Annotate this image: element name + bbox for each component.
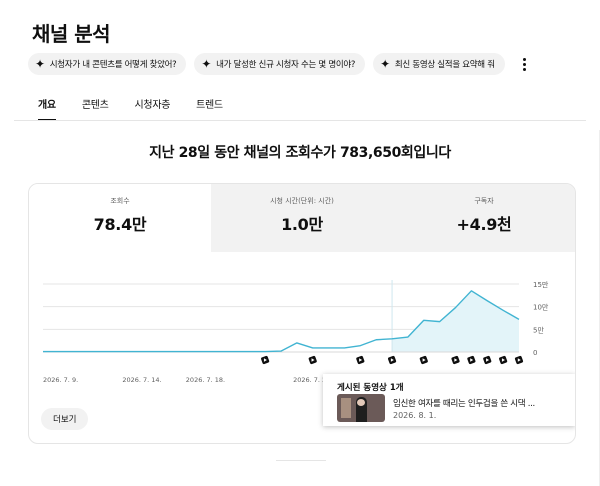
video-marker-icon — [388, 355, 397, 365]
video-marker-icon — [451, 355, 460, 365]
more-button[interactable]: 더보기 — [41, 408, 89, 430]
video-thumbnail[interactable] — [337, 394, 385, 422]
divider — [276, 460, 326, 461]
video-marker-icon — [483, 355, 492, 365]
ask-suggestion-chips: ✦ 시청자가 내 콘텐츠를 어떻게 찾았어? ✦ 내가 달성한 신규 시청자 수… — [28, 53, 533, 75]
chip-label: 최신 동영상 실적을 요약해 줘 — [394, 60, 495, 70]
more-vert-icon[interactable] — [517, 53, 533, 75]
video-marker-icon — [467, 355, 476, 365]
popup-title: 게시된 동영상 1개 — [337, 383, 404, 393]
chip-label: 내가 달성한 신규 시청자 수는 몇 명이야? — [216, 60, 356, 70]
tab-trends[interactable]: 트렌드 — [196, 96, 223, 121]
chip-new-viewers[interactable]: ✦ 내가 달성한 신규 시청자 수는 몇 명이야? — [194, 53, 366, 75]
video-marker-icon — [308, 355, 317, 365]
overview-card: 조회수 78.4만 시청 시간(단위: 시간) 1.0만 구독자 +4.9천 1… — [28, 183, 576, 444]
y-tick-label: 10만 — [533, 303, 549, 312]
video-marker-icon — [261, 355, 270, 365]
tab-content[interactable]: 콘텐츠 — [82, 96, 109, 121]
video-marker-icon — [419, 355, 428, 365]
chart-area-highlight — [392, 290, 519, 352]
x-tick-label: 2026. 7. 14. — [122, 376, 161, 384]
tab-audience[interactable]: 시청자층 — [135, 96, 171, 121]
summary-headline: 지난 28일 동안 채널의 조회수가 783,650회입니다 — [149, 145, 451, 161]
x-tick-label: 2026. 7. 18. — [186, 376, 225, 384]
chip-latest-video[interactable]: ✦ 최신 동영상 실적을 요약해 줘 — [373, 53, 505, 75]
sparkle-icon: ✦ — [201, 57, 212, 71]
y-tick-label: 0 — [533, 349, 537, 357]
analytics-tabs: 개요 콘텐츠 시청자층 트렌드 — [38, 96, 249, 121]
x-tick-label: 2026. 7. 9. — [43, 376, 78, 384]
tabs-divider — [14, 120, 586, 121]
video-date: 2026. 8. 1. — [393, 411, 437, 420]
chip-discovery[interactable]: ✦ 시청자가 내 콘텐츠를 어떻게 찾았어? — [28, 53, 187, 75]
chip-label: 시청자가 내 콘텐츠를 어떻게 찾았어? — [49, 60, 177, 70]
video-marker-icon — [356, 355, 365, 365]
y-tick-label: 15만 — [533, 280, 549, 289]
published-video-popup[interactable]: 게시된 동영상 1개 임신한 여자를 때리는 인두겁을 쓴 시댁 ... 202… — [323, 374, 575, 426]
sparkle-icon: ✦ — [35, 57, 45, 71]
video-marker-icon — [499, 355, 508, 365]
tab-overview[interactable]: 개요 — [38, 96, 56, 121]
video-title[interactable]: 임신한 여자를 때리는 인두겁을 쓴 시댁 ... — [393, 397, 535, 409]
page-title: 채널 분석 — [32, 22, 111, 46]
y-tick-label: 5만 — [533, 325, 544, 334]
sparkle-icon: ✦ — [380, 57, 390, 71]
video-marker-icon — [514, 355, 524, 365]
